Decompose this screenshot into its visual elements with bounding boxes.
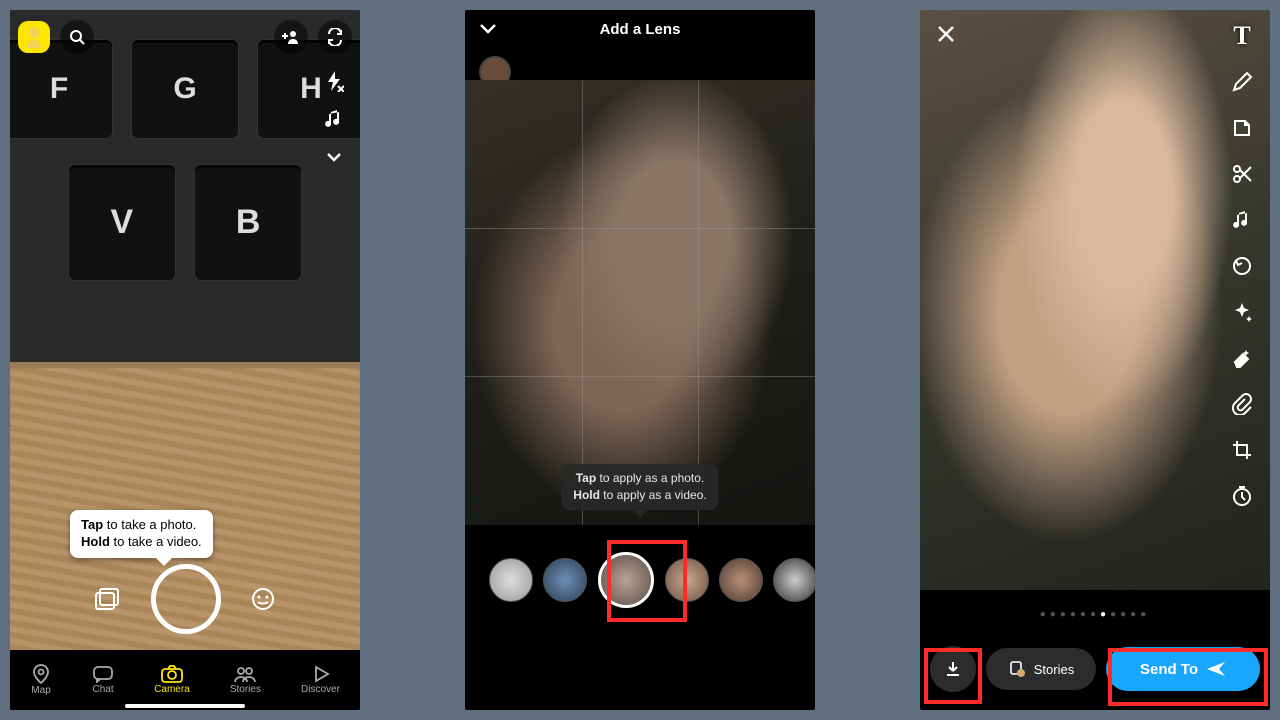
nav-label: Map: [31, 685, 50, 696]
search-button[interactable]: [60, 20, 94, 54]
close-icon: [936, 24, 956, 44]
lens-option[interactable]: [543, 558, 587, 602]
music-icon: [1232, 210, 1252, 230]
filter-indicator: ●●●●●●●●●●●: [920, 609, 1270, 620]
map-pin-icon: [30, 664, 52, 684]
search-icon: [69, 29, 85, 45]
chevron-down-icon: [479, 23, 497, 35]
timer-icon: [1231, 485, 1253, 507]
flash-off-icon: [324, 70, 344, 92]
key-f: F: [10, 40, 112, 138]
lens-preview[interactable]: [465, 80, 815, 525]
stories-button[interactable]: Stories: [986, 648, 1096, 690]
remix-tool[interactable]: [1224, 250, 1260, 282]
memories-icon: [95, 588, 121, 610]
lens-tooltip: Tap to apply as a photo. Hold to apply a…: [561, 464, 718, 510]
key-g: G: [132, 40, 238, 138]
lens-title: Add a Lens: [600, 21, 681, 38]
link-tool[interactable]: [1224, 388, 1260, 420]
flip-camera-button[interactable]: [318, 20, 352, 54]
tutorial-highlight: [607, 540, 687, 622]
tooltip-hold: Hold: [81, 534, 110, 549]
crop-icon: [1231, 439, 1253, 461]
camera-icon: [160, 665, 184, 683]
nav-label: Discover: [301, 684, 340, 695]
lens-header: Add a Lens: [465, 10, 815, 48]
lens-option[interactable]: [719, 558, 763, 602]
nav-stories[interactable]: Stories: [230, 665, 261, 695]
timer-tool[interactable]: [1224, 480, 1260, 512]
draw-tool[interactable]: [1224, 66, 1260, 98]
dismiss-button[interactable]: [479, 23, 497, 35]
close-button[interactable]: [936, 24, 956, 44]
chevron-down-icon: [326, 152, 342, 162]
home-indicator: [125, 704, 245, 708]
eraser-icon: [1231, 347, 1253, 369]
magic-eraser-tool[interactable]: [1224, 342, 1260, 374]
sparkle-tool[interactable]: [1224, 296, 1260, 328]
add-friend-button[interactable]: [274, 20, 308, 54]
crop-tool[interactable]: [1224, 434, 1260, 466]
play-icon: [312, 665, 330, 683]
lens-option[interactable]: [773, 558, 815, 602]
scissors-icon: [1231, 163, 1253, 185]
camera-topbar: [18, 20, 352, 54]
scissors-tool[interactable]: [1224, 158, 1260, 190]
remix-icon: [1231, 255, 1253, 277]
key-b: B: [195, 165, 301, 280]
nav-discover[interactable]: Discover: [301, 665, 340, 695]
add-friend-icon: [282, 30, 300, 44]
tutorial-highlight: [924, 648, 982, 704]
more-tools-button[interactable]: [316, 142, 352, 172]
capture-row: [10, 564, 360, 634]
camera-screen: F G H V B: [10, 10, 360, 710]
keyboard-row: V B: [10, 165, 360, 280]
nav-map[interactable]: Map: [30, 664, 52, 696]
music-button[interactable]: [316, 104, 352, 134]
grid-overlay: [465, 80, 815, 525]
nav-chat[interactable]: Chat: [92, 665, 114, 695]
lens-button[interactable]: [251, 587, 275, 611]
music-icon: [324, 109, 344, 129]
tooltip-tap: Tap: [576, 471, 596, 485]
text-tool[interactable]: T: [1224, 20, 1260, 52]
sticker-tool[interactable]: [1224, 112, 1260, 144]
stories-label: Stories: [1034, 662, 1074, 677]
smiley-icon: [251, 587, 275, 611]
story-icon: [1008, 660, 1026, 678]
chat-icon: [92, 665, 114, 683]
nav-label: Chat: [93, 684, 114, 695]
edit-tools: T: [1224, 20, 1260, 512]
nav-label: Camera: [154, 684, 190, 695]
tooltip-tap: Tap: [81, 517, 103, 532]
people-icon: [233, 665, 257, 683]
bitmoji-icon: [25, 26, 43, 48]
shutter-button[interactable]: [151, 564, 221, 634]
tooltip-hold: Hold: [573, 488, 600, 502]
nav-camera[interactable]: Camera: [154, 665, 190, 695]
tutorial-highlight: [1108, 648, 1268, 706]
flash-button[interactable]: [316, 66, 352, 96]
camera-side-tools: [316, 66, 352, 172]
memories-button[interactable]: [95, 588, 121, 610]
key-v: V: [69, 165, 175, 280]
nav-label: Stories: [230, 684, 261, 695]
keyboard-row: F G H: [10, 40, 360, 138]
snap-preview[interactable]: [920, 10, 1270, 590]
bottom-nav: Map Chat Camera Stories Discover: [10, 650, 360, 710]
flip-camera-icon: [326, 28, 344, 46]
capture-tooltip: Tap to take a photo. Hold to take a vide…: [70, 510, 213, 558]
sparkle-icon: [1231, 301, 1253, 323]
music-tool[interactable]: [1224, 204, 1260, 236]
lens-option[interactable]: [489, 558, 533, 602]
lens-screen: Add a Lens Tap to apply as a photo. Hold…: [465, 10, 815, 710]
paperclip-icon: [1231, 393, 1253, 415]
edit-screen: T ●●●●●●●●●●● Stories Send To: [920, 10, 1270, 710]
sticker-icon: [1231, 117, 1253, 139]
profile-button[interactable]: [18, 21, 50, 53]
pencil-icon: [1231, 71, 1253, 93]
